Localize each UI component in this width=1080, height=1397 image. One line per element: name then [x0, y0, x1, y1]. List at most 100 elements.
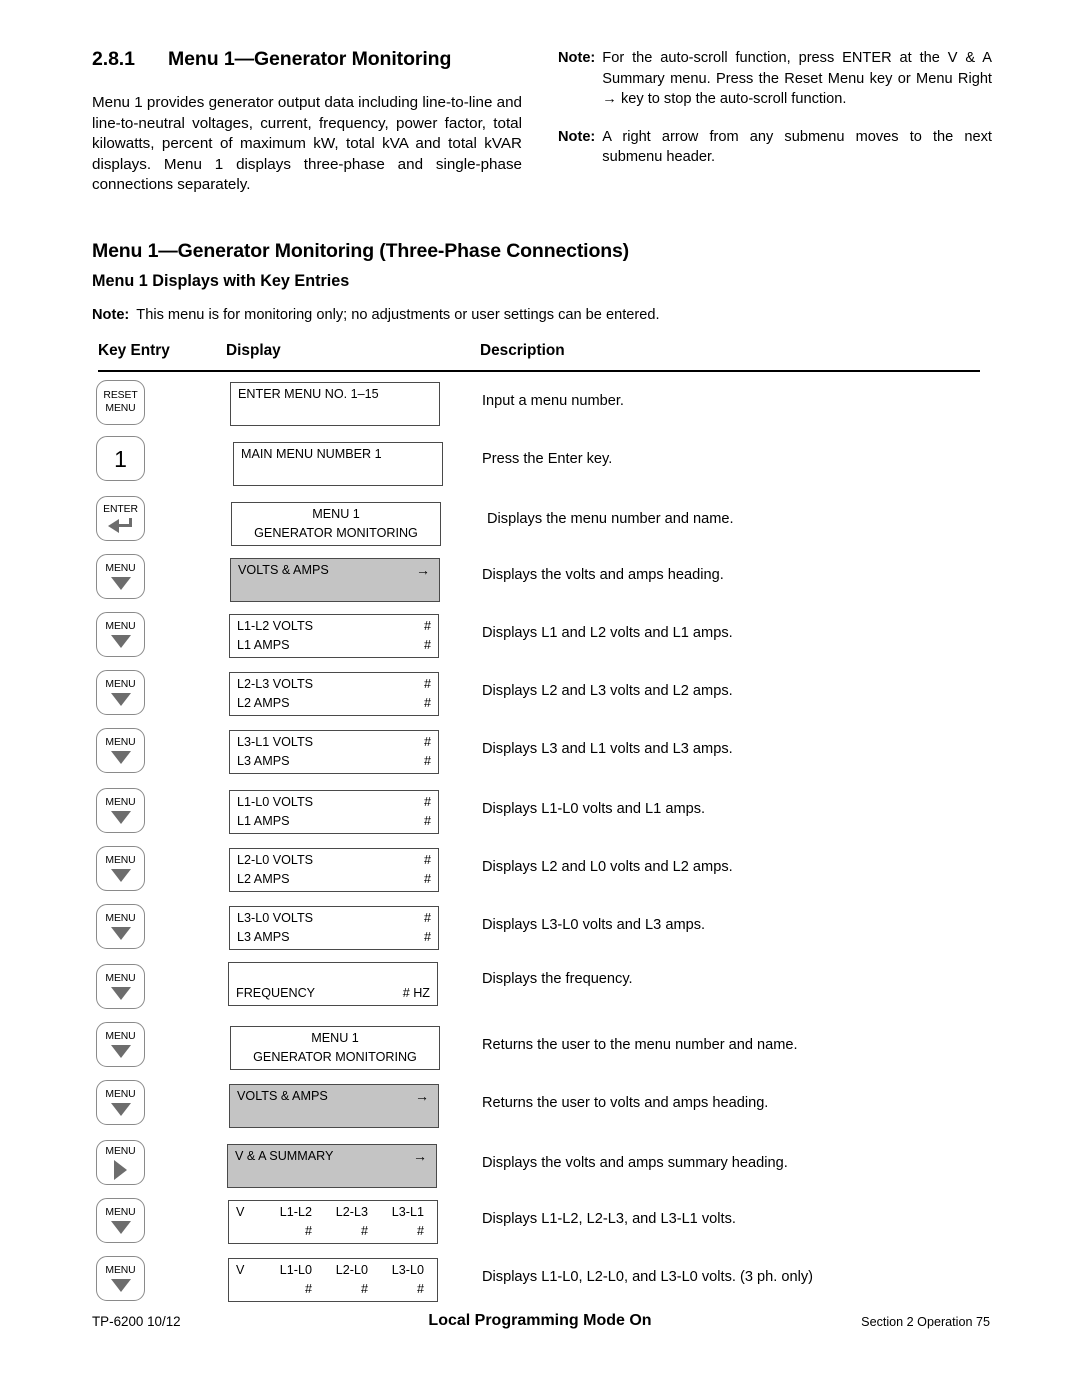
key-menu-down[interactable]: MENU — [96, 846, 145, 891]
note-autoscroll: Note: For the auto-scroll function, pres… — [558, 48, 992, 110]
key-label-line1: MENU — [105, 1089, 136, 1100]
table-row: MENU VOLTS & AMPS → Returns the user to vo… — [0, 1076, 1080, 1134]
intro-paragraph: Menu 1 provides generator output data in… — [92, 94, 522, 193]
table-row: MENU L3-L1 VOLTS # L3 AMPS # Displays L3 and … — [0, 724, 1080, 782]
top-columns: 2.8.1 Menu 1—Generator Monitoring Menu 1… — [92, 48, 992, 196]
lcd-summary-line: # # # — [236, 1280, 430, 1299]
lcd-cell-3: # — [416, 1224, 424, 1238]
lcd-display: L1-L2 VOLTS # L1 AMPS # — [229, 614, 439, 658]
lcd-line-left: L1-L2 VOLTS — [237, 619, 314, 633]
note-monitoring-only: Note: This menu is for monitoring only; … — [92, 307, 660, 323]
section-heading: 2.8.1 Menu 1—Generator Monitoring — [92, 48, 522, 71]
key-menu-down[interactable]: MENU — [96, 788, 145, 833]
key-menu-right[interactable]: MENU — [96, 1140, 145, 1185]
lcd-line-left — [238, 404, 242, 423]
note-right-arrow: Note: A right arrow from any submenu mov… — [558, 127, 992, 168]
key-reset-menu[interactable]: RESET MENU — [96, 380, 145, 425]
arrow-down-icon — [110, 1279, 131, 1292]
lcd-line — [236, 965, 430, 984]
lcd-line: V & A SUMMARY → — [235, 1147, 429, 1166]
lcd-display: V L1-L0 L2-L0 L3-L0 # # # — [228, 1258, 438, 1302]
key-menu-down[interactable]: MENU — [96, 1080, 145, 1125]
lcd-line-left — [238, 580, 242, 599]
note-label: Note: — [92, 307, 130, 323]
row-description: Displays L1-L2, L2-L3, and L3-L1 volts. — [482, 1211, 736, 1227]
lcd-line-left — [236, 965, 240, 984]
lcd-line-right: # — [423, 754, 431, 768]
section-title: Menu 1—Generator Monitoring — [168, 48, 452, 70]
arrow-down-icon — [110, 927, 131, 940]
table-row: MENU FREQUENCY # HZ Displays the frequency… — [0, 960, 1080, 1018]
lcd-line: L2-L0 VOLTS # — [237, 851, 431, 870]
lcd-line-left: VOLTS & AMPS — [237, 1089, 328, 1103]
lcd-line-left: L2-L3 VOLTS — [237, 677, 314, 691]
key-menu-down[interactable]: MENU — [96, 964, 145, 1009]
lcd-line — [238, 404, 432, 423]
lcd-line: MENU 1 — [312, 507, 360, 521]
row-description: Displays the frequency. — [482, 971, 633, 987]
table-row: MENU L1-L0 VOLTS # L1 AMPS # Displays L1-L0 v… — [0, 784, 1080, 842]
lcd-line-left: L1-L0 VOLTS — [237, 795, 314, 809]
major-heading: Menu 1—Generator Monitoring (Three-Phase… — [92, 240, 630, 262]
lcd-line: L3 AMPS # — [237, 928, 431, 947]
key-label-line1: MENU — [105, 737, 136, 748]
lcd-display: L2-L0 VOLTS # L2 AMPS # — [229, 848, 439, 892]
table-row: MENU L1-L2 VOLTS # L1 AMPS # Displays L1 and … — [0, 608, 1080, 666]
lcd-line: L1-L0 VOLTS # — [237, 793, 431, 812]
key-label-line2: MENU — [105, 402, 136, 414]
row-description: Displays L3 and L1 volts and L3 amps. — [482, 741, 733, 757]
lcd-display: L1-L0 VOLTS # L1 AMPS # — [229, 790, 439, 834]
key-label-line1: MENU — [105, 621, 136, 632]
key-menu-down[interactable]: MENU — [96, 554, 145, 599]
key-label-line1: RESET — [103, 390, 138, 401]
lcd-line-right: # — [423, 619, 431, 633]
arrow-right-icon — [114, 1159, 127, 1180]
lcd-line-left — [237, 1106, 241, 1125]
key-menu-down[interactable]: MENU — [96, 728, 145, 773]
key-label-line1: ENTER — [103, 504, 138, 515]
arrow-down-icon — [110, 1045, 131, 1058]
column-header-display: Display — [226, 342, 281, 359]
key-number-1[interactable]: 1 — [96, 436, 145, 481]
key-label-line1: MENU — [105, 1031, 136, 1042]
lcd-line — [241, 464, 435, 483]
lcd-line: L3 AMPS # — [237, 752, 431, 771]
lcd-line-right: # — [423, 911, 431, 925]
key-menu-down[interactable]: MENU — [96, 1198, 145, 1243]
lcd-cell-1: L1-L0 — [279, 1263, 312, 1277]
lcd-cell-2: # — [360, 1224, 368, 1238]
key-menu-down[interactable]: MENU — [96, 1022, 145, 1067]
lcd-display: V & A SUMMARY → — [227, 1144, 437, 1188]
lcd-line-right — [432, 464, 436, 483]
table-row: MENU V L1-L0 L2-L0 L3-L0 # # # Displays L1-L0, … — [0, 1252, 1080, 1310]
table-row: MENU MENU 1 GENERATOR MONITORING Returns th… — [0, 1018, 1080, 1076]
lcd-display: L3-L1 VOLTS # L3 AMPS # — [229, 730, 439, 774]
lcd-cell-unit — [236, 1280, 256, 1299]
table-header-rule — [98, 370, 980, 372]
lcd-display: VOLTS & AMPS → — [229, 1084, 439, 1128]
row-description: Displays L3-L0 volts and L3 amps. — [482, 917, 706, 933]
key-menu-down[interactable]: MENU — [96, 1256, 145, 1301]
lcd-line: L2 AMPS # — [237, 694, 431, 713]
key-menu-down[interactable]: MENU — [96, 904, 145, 949]
row-description: Displays L2 and L0 volts and L2 amps. — [482, 859, 733, 875]
table-row: MENU VOLTS & AMPS → Displays the volts and… — [0, 550, 1080, 608]
key-menu-down[interactable]: MENU — [96, 612, 145, 657]
lcd-cell-2: L2-L0 — [335, 1263, 368, 1277]
lcd-line: ENTER MENU NO. 1–15 — [238, 385, 432, 404]
lcd-right-arrow-icon: → — [416, 562, 430, 578]
key-menu-down[interactable]: MENU — [96, 670, 145, 715]
lcd-line-right: # — [423, 795, 431, 809]
lcd-summary-line: # # # — [236, 1222, 430, 1241]
lcd-line-right — [428, 1106, 432, 1125]
lcd-cell-1: L1-L2 — [279, 1205, 312, 1219]
row-description: Displays the volts and amps summary head… — [482, 1155, 788, 1171]
key-label-line1: MENU — [105, 797, 136, 808]
row-description: Displays L1-L0, L2-L0, and L3-L0 volts. … — [482, 1269, 813, 1285]
lcd-cell-1: # — [304, 1282, 312, 1296]
arrow-down-icon — [110, 693, 131, 706]
lcd-line-left: L2 AMPS — [237, 696, 290, 710]
lcd-line-right: # — [423, 677, 431, 691]
lcd-line-right: # — [423, 853, 431, 867]
key-enter[interactable]: ENTER — [96, 496, 145, 541]
